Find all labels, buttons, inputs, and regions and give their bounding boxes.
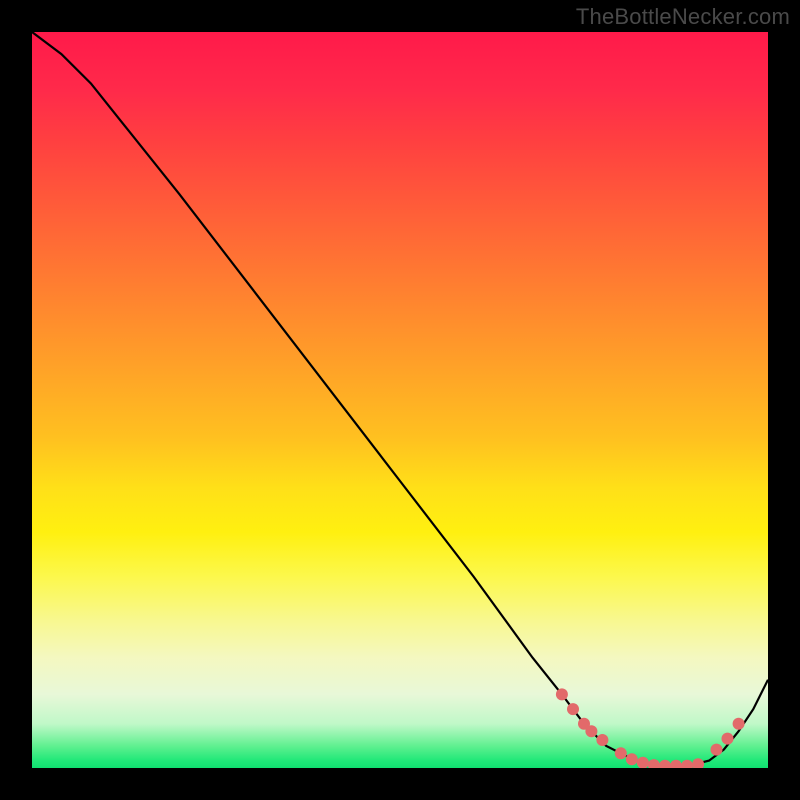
marker-dot	[670, 760, 682, 768]
marker-dot	[722, 733, 734, 745]
marker-dot	[596, 734, 608, 746]
marker-dot	[733, 718, 745, 730]
marker-dot	[556, 688, 568, 700]
bottleneck-curve	[32, 32, 768, 766]
curve-line	[32, 32, 768, 766]
marker-dot	[567, 703, 579, 715]
marker-dot	[681, 760, 693, 768]
marker-dot	[648, 759, 660, 768]
plot-area	[32, 32, 768, 768]
chart-svg	[32, 32, 768, 768]
marker-dot	[659, 760, 671, 768]
marker-dot	[626, 753, 638, 765]
marker-dot	[637, 757, 649, 768]
marker-dot	[692, 758, 704, 768]
marker-dot	[615, 747, 627, 759]
marker-dot	[585, 725, 597, 737]
marker-dot	[711, 744, 723, 756]
watermark-text: TheBottleNecker.com	[576, 4, 790, 30]
